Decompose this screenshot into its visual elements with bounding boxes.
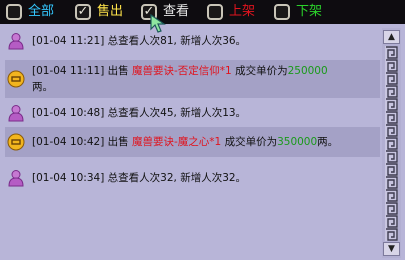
filter-bar: 全部 ✓ 售出 ✓ 查看 上架 下架 bbox=[0, 0, 405, 24]
checkbox[interactable] bbox=[274, 4, 290, 20]
person-icon bbox=[8, 170, 24, 187]
list-item: [01-04 11:21] 总查看人次81, 新增人次36。 bbox=[5, 30, 380, 52]
person-icon bbox=[8, 105, 24, 122]
filter-delisted[interactable]: 下架 bbox=[274, 2, 322, 22]
message-verb: 出售 bbox=[107, 65, 129, 77]
price-unit: 两。 bbox=[32, 81, 53, 93]
checkbox[interactable] bbox=[207, 4, 223, 20]
list-item: [01-04 10:34] 总查看人次32, 新增人次32。 bbox=[5, 167, 380, 189]
filter-listed[interactable]: 上架 bbox=[207, 2, 255, 22]
down-arrow-icon: ▼ bbox=[388, 244, 395, 254]
scroll-up-button[interactable]: ▲ bbox=[383, 30, 400, 44]
list-item: [01-04 10:48] 总查看人次45, 新增人次13。 bbox=[5, 102, 380, 124]
filter-label-sold: 售出 bbox=[97, 4, 124, 19]
filter-label-listed: 上架 bbox=[229, 4, 256, 19]
check-icon: ✓ bbox=[77, 4, 89, 19]
message-text: 总查看人次45, 新增人次13。 bbox=[107, 107, 247, 119]
message-time: [01-04 10:34] bbox=[32, 172, 105, 184]
filter-label-all: 全部 bbox=[28, 4, 55, 19]
coin-icon bbox=[7, 70, 25, 88]
up-arrow-icon: ▲ bbox=[388, 32, 395, 42]
list-item: [01-04 11:11] 出售 魔兽要诀-否定信仰*1 成交单价为250000… bbox=[5, 60, 380, 98]
price-value: 250000 bbox=[287, 65, 328, 77]
price-label: 成交单价为 bbox=[224, 136, 278, 148]
item-name: 魔兽要诀-否定信仰*1 bbox=[132, 65, 232, 77]
coin-icon bbox=[7, 133, 25, 151]
checkbox[interactable]: ✓ bbox=[75, 4, 91, 20]
message-time: [01-04 11:11] bbox=[32, 65, 105, 77]
checkbox[interactable] bbox=[6, 4, 22, 20]
message-time: [01-04 10:48] bbox=[32, 107, 105, 119]
message-text: 总查看人次32, 新增人次32。 bbox=[107, 172, 247, 184]
filter-sold[interactable]: ✓ 售出 bbox=[75, 2, 123, 22]
person-icon bbox=[8, 33, 24, 50]
item-name: 魔兽要诀-魔之心*1 bbox=[132, 136, 222, 148]
list-item: [01-04 10:42] 出售 魔兽要诀-魔之心*1 成交单价为350000两… bbox=[5, 127, 380, 157]
trade-log-panel: 全部 ✓ 售出 ✓ 查看 上架 下架 [01-04 11:21] 总查看人次81… bbox=[0, 0, 405, 260]
message-text: 总查看人次81, 新增人次36。 bbox=[107, 35, 247, 47]
scroll-track[interactable] bbox=[385, 46, 398, 241]
message-time: [01-04 10:42] bbox=[32, 136, 105, 148]
message-time: [01-04 11:21] bbox=[32, 35, 105, 47]
scroll-down-button[interactable]: ▼ bbox=[383, 242, 400, 256]
filter-label-delisted: 下架 bbox=[296, 4, 323, 19]
filter-all[interactable]: 全部 bbox=[6, 2, 54, 22]
message-verb: 出售 bbox=[107, 136, 129, 148]
price-label: 成交单价为 bbox=[235, 65, 288, 77]
price-value: 350000 bbox=[277, 136, 318, 148]
scrollbar[interactable]: ▲ ▼ bbox=[382, 28, 401, 258]
price-unit: 两。 bbox=[317, 136, 339, 148]
message-list: [01-04 11:21] 总查看人次81, 新增人次36。 [01-04 11… bbox=[5, 30, 380, 255]
